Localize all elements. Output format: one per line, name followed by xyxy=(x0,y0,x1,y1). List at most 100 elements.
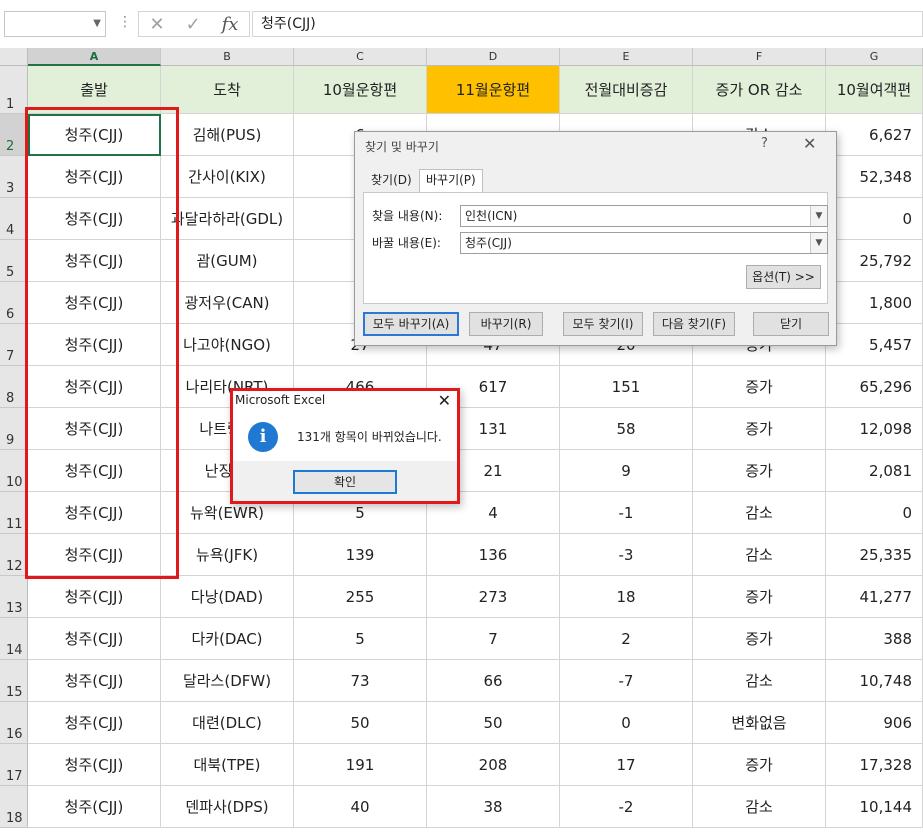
table-cell[interactable]: 12,098 xyxy=(826,408,923,450)
replace-all-button[interactable]: 모두 바꾸기(A) xyxy=(363,312,459,336)
row-header[interactable]: 12 xyxy=(0,534,28,576)
header-cell[interactable]: 10월여객편 xyxy=(826,66,923,114)
header-cell[interactable]: 출발 xyxy=(28,66,161,114)
table-cell[interactable]: 대북(TPE) xyxy=(161,744,294,786)
table-cell[interactable]: 10,144 xyxy=(826,786,923,828)
replace-input[interactable]: 청주(CJJ) ▼ xyxy=(460,232,828,254)
chevron-down-icon[interactable]: ▼ xyxy=(810,233,827,253)
table-cell[interactable]: 괌(GUM) xyxy=(161,240,294,282)
table-cell[interactable]: 6,627 xyxy=(826,114,923,156)
table-cell[interactable]: 청주(CJJ) xyxy=(28,744,161,786)
table-cell[interactable]: 7 xyxy=(427,618,560,660)
row-header[interactable]: 9 xyxy=(0,408,28,450)
table-cell[interactable]: 달라스(DFW) xyxy=(161,660,294,702)
column-header-g[interactable]: G xyxy=(826,48,923,66)
table-cell[interactable]: 273 xyxy=(427,576,560,618)
table-cell[interactable]: 증가 xyxy=(693,366,826,408)
table-cell[interactable]: 간사이(KIX) xyxy=(161,156,294,198)
row-header[interactable]: 6 xyxy=(0,282,28,324)
column-header-e[interactable]: E xyxy=(560,48,693,66)
row-header[interactable]: 18 xyxy=(0,786,28,828)
table-cell[interactable]: 청주(CJJ) xyxy=(28,324,161,366)
table-cell[interactable]: 다낭(DAD) xyxy=(161,576,294,618)
column-header-c[interactable]: C xyxy=(294,48,427,66)
cancel-icon[interactable]: ✕ xyxy=(149,14,164,35)
table-cell[interactable]: 2,081 xyxy=(826,450,923,492)
row-header[interactable]: 13 xyxy=(0,576,28,618)
table-cell[interactable]: 청주(CJJ) xyxy=(28,492,161,534)
table-cell[interactable]: 감소 xyxy=(693,660,826,702)
row-header[interactable]: 16 xyxy=(0,702,28,744)
table-cell[interactable]: 5,457 xyxy=(826,324,923,366)
table-cell[interactable]: 136 xyxy=(427,534,560,576)
row-header[interactable]: 7 xyxy=(0,324,28,366)
ok-button[interactable]: 확인 xyxy=(293,470,397,494)
table-cell[interactable]: 58 xyxy=(560,408,693,450)
table-cell[interactable]: 증가 xyxy=(693,618,826,660)
table-cell[interactable]: 감소 xyxy=(693,534,826,576)
table-cell[interactable]: 청주(CJJ) xyxy=(28,156,161,198)
table-cell[interactable]: 뉴욕(JFK) xyxy=(161,534,294,576)
table-cell[interactable]: 청주(CJJ) xyxy=(28,576,161,618)
row-header[interactable]: 2 xyxy=(0,114,28,156)
table-cell[interactable]: 18 xyxy=(560,576,693,618)
table-cell[interactable]: 증가 xyxy=(693,450,826,492)
table-cell[interactable]: 대련(DLC) xyxy=(161,702,294,744)
table-cell[interactable]: 52,348 xyxy=(826,156,923,198)
name-box[interactable]: ▼ xyxy=(4,11,106,37)
options-button[interactable]: 옵션(T) >> xyxy=(746,265,821,289)
table-cell[interactable]: 17 xyxy=(560,744,693,786)
table-cell[interactable]: 906 xyxy=(826,702,923,744)
table-cell[interactable]: 388 xyxy=(826,618,923,660)
table-cell[interactable]: 변화없음 xyxy=(693,702,826,744)
table-cell[interactable]: 청주(CJJ) xyxy=(28,240,161,282)
table-cell[interactable]: 감소 xyxy=(693,492,826,534)
row-header[interactable]: 4 xyxy=(0,198,28,240)
table-cell[interactable]: 과달라하라(GDL) xyxy=(161,198,294,240)
row-header[interactable]: 8 xyxy=(0,366,28,408)
table-cell[interactable]: 139 xyxy=(294,534,427,576)
table-cell[interactable]: 김해(PUS) xyxy=(161,114,294,156)
table-cell[interactable]: 청주(CJJ) xyxy=(28,198,161,240)
row-header[interactable]: 17 xyxy=(0,744,28,786)
table-cell[interactable]: 25,792 xyxy=(826,240,923,282)
table-cell[interactable]: 5 xyxy=(294,618,427,660)
table-cell[interactable]: 17,328 xyxy=(826,744,923,786)
row-header[interactable]: 3 xyxy=(0,156,28,198)
header-cell[interactable]: 11월운항편 xyxy=(427,66,560,114)
table-cell[interactable]: 2 xyxy=(560,618,693,660)
table-cell[interactable]: 10,748 xyxy=(826,660,923,702)
table-cell[interactable]: 청주(CJJ) xyxy=(28,660,161,702)
table-cell[interactable]: 청주(CJJ) xyxy=(28,282,161,324)
table-cell[interactable]: 73 xyxy=(294,660,427,702)
replace-button[interactable]: 바꾸기(R) xyxy=(469,312,543,336)
table-cell[interactable]: 청주(CJJ) xyxy=(28,408,161,450)
close-button[interactable]: 닫기 xyxy=(753,312,829,336)
chevron-down-icon[interactable]: ▼ xyxy=(810,206,827,226)
row-header[interactable]: 11 xyxy=(0,492,28,534)
header-cell[interactable]: 도착 xyxy=(161,66,294,114)
row-header[interactable]: 10 xyxy=(0,450,28,492)
table-cell[interactable]: 청주(CJJ) xyxy=(28,786,161,828)
help-icon[interactable]: ? xyxy=(761,136,768,151)
table-cell[interactable]: 0 xyxy=(560,702,693,744)
table-cell[interactable]: 0 xyxy=(826,198,923,240)
column-header-d[interactable]: D xyxy=(427,48,560,66)
formula-input[interactable]: 청주(CJJ) xyxy=(252,11,923,37)
select-all-corner[interactable] xyxy=(0,48,28,66)
table-cell[interactable]: 청주(CJJ) xyxy=(28,618,161,660)
table-cell[interactable]: 0 xyxy=(826,492,923,534)
table-cell[interactable]: 청주(CJJ) xyxy=(28,534,161,576)
chevron-down-icon[interactable]: ▼ xyxy=(93,18,101,29)
table-cell[interactable]: 50 xyxy=(294,702,427,744)
table-cell[interactable]: 다카(DAC) xyxy=(161,618,294,660)
table-cell[interactable]: 덴파사(DPS) xyxy=(161,786,294,828)
table-cell[interactable]: 증가 xyxy=(693,744,826,786)
row-header[interactable]: 15 xyxy=(0,660,28,702)
row-header-1[interactable]: 1 xyxy=(0,66,28,114)
header-cell[interactable]: 증가 OR 감소 xyxy=(693,66,826,114)
row-header[interactable]: 5 xyxy=(0,240,28,282)
table-cell[interactable]: -2 xyxy=(560,786,693,828)
tab-find[interactable]: 찾기(D) xyxy=(365,170,418,192)
table-cell[interactable]: 50 xyxy=(427,702,560,744)
